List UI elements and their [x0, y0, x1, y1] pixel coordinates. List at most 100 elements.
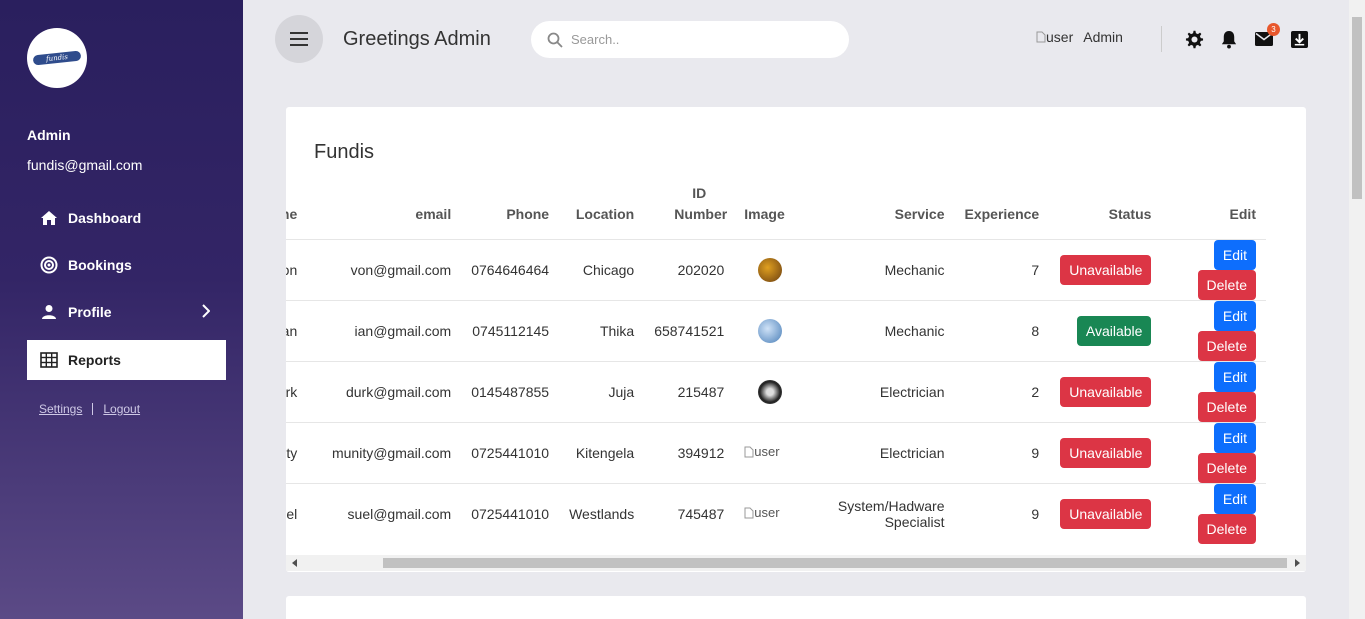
cell-service: System/Hadware Specialist — [837, 497, 945, 530]
cell-email: ian@gmail.com — [307, 300, 462, 362]
cell-name: ian — [286, 300, 308, 362]
cell-experience: 9 — [1031, 505, 1040, 522]
sidebar-item-label: Bookings — [68, 257, 132, 273]
edit-button[interactable]: Edit — [1213, 422, 1256, 453]
logout-link[interactable]: Logout — [103, 402, 140, 416]
delete-button[interactable]: Delete — [1197, 330, 1256, 361]
table-row: munity munity@gmail.com 0725441010 Kiten… — [286, 422, 1266, 484]
status-badge[interactable]: Unavailable — [1060, 376, 1152, 407]
user-icon — [39, 302, 59, 322]
table-row: von von@gmail.com 0764646464 Chicago 202… — [286, 239, 1266, 301]
status-badge[interactable]: Unavailable — [1060, 437, 1152, 468]
search-input[interactable] — [571, 32, 821, 47]
cell-name: munity — [286, 422, 308, 484]
delete-button[interactable]: Delete — [1197, 391, 1256, 422]
table-container[interactable]: Name email Phone Location ID Number Imag… — [286, 179, 1306, 555]
cell-id-number: 202020 — [644, 239, 735, 301]
mail-icon[interactable]: 3 — [1254, 23, 1280, 49]
download-icon[interactable] — [1289, 29, 1309, 49]
cell-service: Electrician — [795, 422, 955, 484]
mail-badge: 3 — [1267, 23, 1280, 36]
cell-actions: Edit Delete — [1161, 483, 1266, 544]
edit-button[interactable]: Edit — [1213, 300, 1256, 331]
logo[interactable]: fundis — [27, 28, 87, 88]
settings-gear-icon[interactable] — [1184, 29, 1204, 49]
broken-image-icon — [1036, 31, 1046, 43]
search-icon — [547, 32, 563, 48]
table-row: ian ian@gmail.com 0745112145 Thika 65874… — [286, 300, 1266, 362]
column-header-id-number: ID Number — [644, 179, 735, 240]
sidebar-item-label: Dashboard — [68, 210, 142, 226]
card-title: Fundis — [314, 141, 375, 163]
sidebar-item-dashboard[interactable]: Dashboard — [27, 198, 226, 238]
edit-button[interactable]: Edit — [1213, 483, 1256, 514]
scroll-right-arrow-icon[interactable] — [1295, 559, 1300, 567]
horizontal-scrollbar[interactable] — [286, 555, 1306, 571]
sidebar-item-bookings[interactable]: Bookings — [27, 245, 226, 285]
cell-location: Westlands — [569, 505, 635, 522]
sidebar-item-reports[interactable]: Reports — [27, 340, 226, 380]
cell-phone: 0764646464 — [461, 239, 560, 301]
cell-status: Unavailable — [1049, 361, 1162, 423]
cell-experience: 9 — [954, 422, 1050, 484]
settings-link[interactable]: Settings — [39, 402, 82, 416]
cell-id-number: 658741521 — [644, 300, 735, 362]
sidebar-footer-links: Settings Logout — [39, 402, 140, 416]
broken-image-icon — [744, 507, 754, 519]
user-avatar-alt: user — [1046, 29, 1074, 45]
status-badge[interactable]: Unavailable — [1060, 498, 1152, 529]
cell-image — [734, 300, 796, 362]
cell-service: Mechanic — [795, 300, 955, 362]
column-header-experience: Experience — [954, 179, 1050, 240]
cell-id-number: 215487 — [644, 361, 735, 423]
cell-phone: 0145487855 — [461, 361, 560, 423]
cell-service: Mechanic — [795, 239, 955, 301]
vertical-scrollbar[interactable] — [1349, 0, 1365, 619]
scroll-left-arrow-icon[interactable] — [292, 559, 297, 567]
broken-image: user — [744, 505, 784, 520]
image-alt: user — [754, 444, 780, 460]
page-greeting: Greetings Admin — [343, 28, 491, 50]
sidebar-user-email: fundis@gmail.com — [27, 157, 143, 173]
scrollbar-thumb[interactable] — [1352, 17, 1362, 199]
user-menu[interactable]: user Admin — [1036, 29, 1123, 45]
cell-image: user — [734, 483, 795, 544]
cell-status: Unavailable — [1049, 483, 1161, 544]
edit-button[interactable]: Edit — [1213, 361, 1256, 392]
cell-name: durk — [286, 361, 308, 423]
cell-location: Juja — [559, 361, 645, 423]
target-icon — [39, 255, 59, 275]
table-grid-icon — [39, 350, 59, 370]
column-header-service: Service — [795, 179, 955, 240]
table-row: durk durk@gmail.com 0145487855 Juja 2154… — [286, 361, 1266, 423]
cell-service: Electrician — [795, 361, 955, 423]
column-header-phone: Phone — [461, 179, 560, 240]
cell-email: munity@gmail.com — [307, 422, 462, 484]
delete-button[interactable]: Delete — [1197, 513, 1256, 544]
status-badge[interactable]: Available — [1076, 315, 1152, 346]
sidebar-item-profile[interactable]: Profile — [27, 292, 226, 332]
hamburger-icon — [290, 32, 308, 46]
avatar — [758, 257, 783, 282]
edit-button[interactable]: Edit — [1213, 239, 1256, 270]
cell-image: user — [734, 422, 796, 484]
cell-email: von@gmail.com — [307, 239, 462, 301]
divider — [1161, 26, 1162, 52]
column-header-name: Name — [286, 179, 308, 240]
status-badge[interactable]: Unavailable — [1060, 254, 1152, 285]
delete-button[interactable]: Delete — [1197, 269, 1256, 300]
cell-location: Thika — [559, 300, 645, 362]
chevron-right-icon — [202, 304, 211, 321]
notification-bell-icon[interactable] — [1219, 29, 1239, 49]
sidebar-item-label: Reports — [68, 352, 121, 368]
fundis-table: Name email Phone Location ID Number Imag… — [286, 179, 1266, 544]
scrollbar-thumb[interactable] — [383, 558, 1287, 568]
menu-toggle-button[interactable] — [275, 15, 323, 63]
column-header-location: Location — [559, 179, 645, 240]
delete-button[interactable]: Delete — [1197, 452, 1256, 483]
broken-image-icon — [744, 446, 754, 458]
cell-image — [734, 361, 796, 423]
fundis-card: Fundis Name email Phone Location ID Numb… — [286, 107, 1306, 572]
cell-experience: 2 — [954, 361, 1050, 423]
table-row: suel suel@gmail.com 0725441010 Westlands… — [286, 483, 1266, 544]
